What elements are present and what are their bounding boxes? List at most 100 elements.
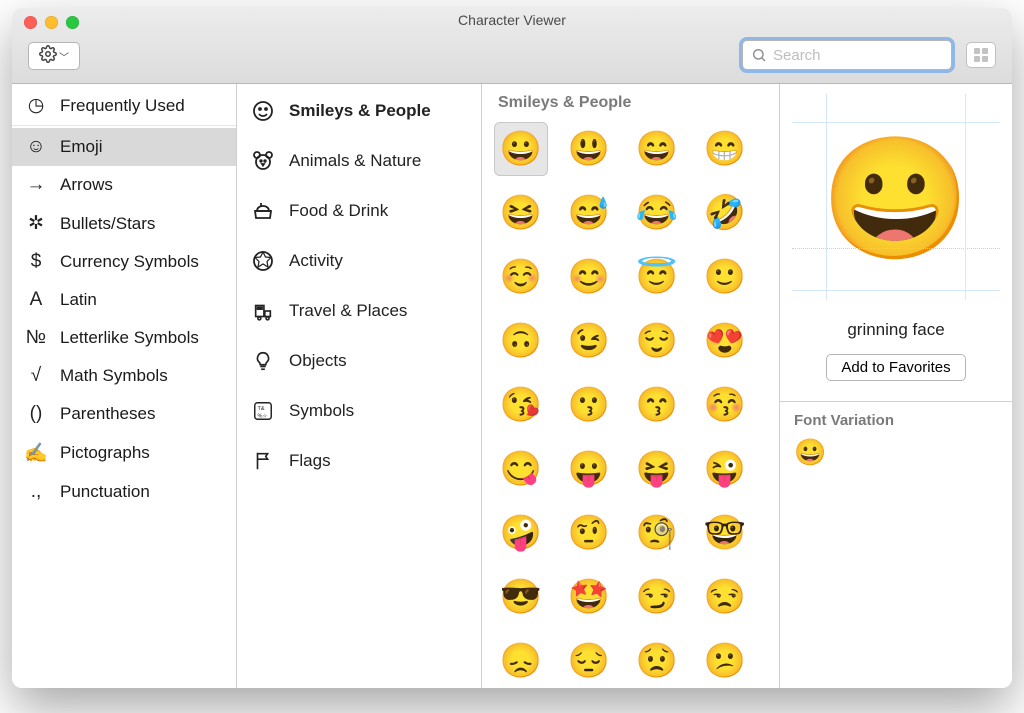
symbols-icon: T&%☆ <box>251 399 275 423</box>
emoji-cell[interactable]: 😄 <box>630 122 684 176</box>
character-name: grinning face <box>780 320 1012 340</box>
search-icon <box>751 47 767 63</box>
emoji-cell[interactable]: 😟 <box>630 634 684 688</box>
subcategory-flags[interactable]: Flags <box>237 436 481 486</box>
sidebar-item-bullets-stars[interactable]: ✲ Bullets/Stars <box>12 204 236 243</box>
sidebar-item-letterlike-symbols[interactable]: №Letterlike Symbols <box>12 319 236 357</box>
character-viewer-window: Character Viewer ﹀ ◷ Frequently Used ☺Emoj… <box>12 8 1012 688</box>
pictographs-icon: ✍ <box>24 441 48 465</box>
punctuation-icon: ., <box>24 481 48 503</box>
font-variation-glyph[interactable]: 😀 <box>794 437 826 467</box>
titlebar: Character Viewer ﹀ <box>12 8 1012 84</box>
emoji-cell[interactable]: 😏 <box>630 570 684 624</box>
emoji-cell[interactable]: 🙃 <box>494 314 548 368</box>
subcategory-food-drink[interactable]: Food & Drink <box>237 186 481 236</box>
subcategory-label: Animals & Nature <box>289 151 421 171</box>
grid-icon <box>974 48 988 62</box>
subcategory-animals-nature[interactable]: Animals & Nature <box>237 136 481 186</box>
sidebar-item-label: Frequently Used <box>60 96 185 116</box>
subcategory-label: Symbols <box>289 401 354 421</box>
emoji-cell[interactable]: 😁 <box>698 122 752 176</box>
emoji-cell[interactable]: 😊 <box>562 250 616 304</box>
font-variation-heading: Font Variation <box>780 401 1012 435</box>
emoji-cell[interactable]: 😉 <box>562 314 616 368</box>
emoji-cell[interactable]: 😙 <box>630 378 684 432</box>
emoji-cell[interactable]: 😛 <box>562 442 616 496</box>
emoji-cell[interactable]: 🙂 <box>698 250 752 304</box>
subcategory-activity[interactable]: Activity <box>237 236 481 286</box>
character-preview: 😀 <box>780 84 1012 314</box>
subcategory-label: Food & Drink <box>289 201 388 221</box>
emoji-cell[interactable]: 😍 <box>698 314 752 368</box>
sidebar-item-label: Parentheses <box>60 404 155 424</box>
sidebar-item-parentheses[interactable]: () Parentheses <box>12 395 236 433</box>
emoji-cell[interactable]: 😃 <box>562 122 616 176</box>
arrows-icon: → <box>24 174 48 196</box>
sidebar-item-punctuation[interactable]: ., Punctuation <box>12 473 236 511</box>
subcategory-label: Flags <box>289 451 331 471</box>
emoji-cell[interactable]: 😚 <box>698 378 752 432</box>
action-menu-button[interactable]: ﹀ <box>28 42 80 70</box>
emoji-cell[interactable]: 🤨 <box>562 506 616 560</box>
sidebar-item-emoji[interactable]: ☺Emoji <box>12 128 236 166</box>
parentheses-icon: () <box>24 403 48 425</box>
flags-icon <box>251 449 275 473</box>
emoji-cell[interactable]: ☺️ <box>494 250 548 304</box>
emoji-cell[interactable]: 😒 <box>698 570 752 624</box>
sidebar-item-label: Math Symbols <box>60 366 168 386</box>
sidebar-item-label: Emoji <box>60 137 103 157</box>
window-title: Character Viewer <box>12 12 1012 28</box>
search-input[interactable] <box>773 47 943 64</box>
emoji-cell[interactable]: 🤣 <box>698 186 752 240</box>
sidebar-item-pictographs[interactable]: ✍ Pictographs <box>12 433 236 473</box>
sidebar-item-label: Punctuation <box>60 482 150 502</box>
sidebar-item-currency-symbols[interactable]: $Currency Symbols <box>12 243 236 281</box>
frequently-used-icon: ◷ <box>24 94 48 117</box>
subcategory-symbols[interactable]: T&%☆ Symbols <box>237 386 481 436</box>
emoji-cell[interactable]: 🤩 <box>562 570 616 624</box>
sidebar-item-label: Latin <box>60 290 97 310</box>
smileys-people-icon <box>251 99 275 123</box>
add-to-favorites-button[interactable]: Add to Favorites <box>826 354 965 381</box>
emoji-cell[interactable]: 😆 <box>494 186 548 240</box>
emoji-cell[interactable]: 🤓 <box>698 506 752 560</box>
subcategory-label: Smileys & People <box>289 101 431 121</box>
emoji-cell[interactable]: 🤪 <box>494 506 548 560</box>
bullets-stars-icon: ✲ <box>24 212 48 235</box>
subcategory-objects[interactable]: Objects <box>237 336 481 386</box>
emoji-cell[interactable]: 😇 <box>630 250 684 304</box>
sidebar-item-label: Pictographs <box>60 443 150 463</box>
emoji-cell[interactable]: 😎 <box>494 570 548 624</box>
detail-pane: 😀 grinning face Add to Favorites Font Va… <box>780 84 1012 688</box>
toggle-compact-button[interactable] <box>966 42 996 68</box>
emoji-cell[interactable]: 😝 <box>630 442 684 496</box>
subcategory-travel-places[interactable]: Travel & Places <box>237 286 481 336</box>
emoji-cell[interactable]: 😕 <box>698 634 752 688</box>
emoji-cell[interactable]: 😞 <box>494 634 548 688</box>
svg-text:%☆: %☆ <box>258 412 268 419</box>
letterlike-symbols-icon: № <box>24 327 48 349</box>
emoji-cell[interactable]: 😌 <box>630 314 684 368</box>
emoji-cell[interactable]: 😔 <box>562 634 616 688</box>
emoji-cell[interactable]: 😅 <box>562 186 616 240</box>
subcategory-label: Objects <box>289 351 347 371</box>
subcategory-smileys-people[interactable]: Smileys & People <box>237 86 481 136</box>
emoji-cell[interactable]: 😗 <box>562 378 616 432</box>
sidebar-item-latin[interactable]: A Latin <box>12 281 236 319</box>
emoji-cell[interactable]: 😋 <box>494 442 548 496</box>
sidebar-item-label: Arrows <box>60 175 113 195</box>
search-field[interactable] <box>742 40 952 70</box>
sidebar-item-math-symbols[interactable]: √Math Symbols <box>12 357 236 395</box>
emoji-cell[interactable]: 😜 <box>698 442 752 496</box>
sidebar-item-arrows[interactable]: → Arrows <box>12 166 236 204</box>
sidebar-item-label: Bullets/Stars <box>60 214 155 234</box>
subcategory-label: Travel & Places <box>289 301 407 321</box>
character-grid: 😀😃😄😁😆😅😂🤣☺️😊😇🙂🙃😉😌😍😘😗😙😚😋😛😝😜🤪🤨🧐🤓😎🤩😏😒😞😔😟😕🙁☹️… <box>494 122 767 688</box>
emoji-cell[interactable]: 😘 <box>494 378 548 432</box>
emoji-cell[interactable]: 😂 <box>630 186 684 240</box>
latin-icon: A <box>24 289 48 311</box>
animals-nature-icon <box>251 149 275 173</box>
emoji-cell[interactable]: 😀 <box>494 122 548 176</box>
sidebar-item-frequently-used[interactable]: ◷ Frequently Used <box>12 86 236 126</box>
emoji-cell[interactable]: 🧐 <box>630 506 684 560</box>
